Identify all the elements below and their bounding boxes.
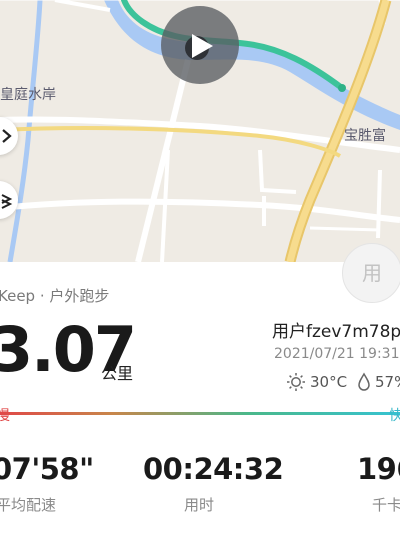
activity-type: Keep · 户外跑步 — [0, 287, 110, 305]
duration-label: 用时 — [184, 496, 215, 514]
sun-icon — [287, 373, 305, 391]
distance-unit: 公里 — [101, 364, 134, 383]
avg-pace-label: 平均配速 — [0, 496, 57, 514]
route-map[interactable]: 皇庭水岸 宝胜富 — [0, 0, 400, 262]
avatar[interactable]: 用 — [342, 243, 400, 303]
run-summary-panel: Keep · 户外跑步 3.07 公里 用户fzev7m78p 2021/07/… — [0, 262, 400, 536]
humidity: 57% — [375, 373, 400, 391]
duration-value: 00:24:32 — [143, 452, 284, 486]
map-label-baosheng: 宝胜富 — [344, 128, 386, 144]
layers-icon — [1, 194, 13, 209]
drop-icon — [358, 372, 370, 391]
map-label-huangting: 皇庭水岸 — [0, 87, 56, 103]
calories-value: 196 — [357, 452, 400, 486]
temperature: 30°C — [310, 373, 348, 391]
play-icon — [185, 34, 213, 60]
pace-gradient-bar — [0, 412, 400, 415]
avg-pace-value: 07'58" — [0, 452, 94, 486]
map-layer-button[interactable] — [0, 181, 18, 219]
pace-slow-label: 慢 — [0, 408, 10, 424]
play-button[interactable] — [161, 6, 239, 84]
chevron-right-icon — [2, 129, 12, 143]
calories-label: 千卡 — [372, 496, 400, 514]
route-end-dot — [338, 84, 346, 92]
expand-map-button[interactable] — [0, 117, 18, 155]
username: 用户fzev7m78p — [272, 322, 400, 342]
pace-fast-label: 快 — [389, 408, 400, 424]
run-datetime: 2021/07/21 19:31 — [274, 346, 400, 362]
river — [104, 0, 400, 130]
